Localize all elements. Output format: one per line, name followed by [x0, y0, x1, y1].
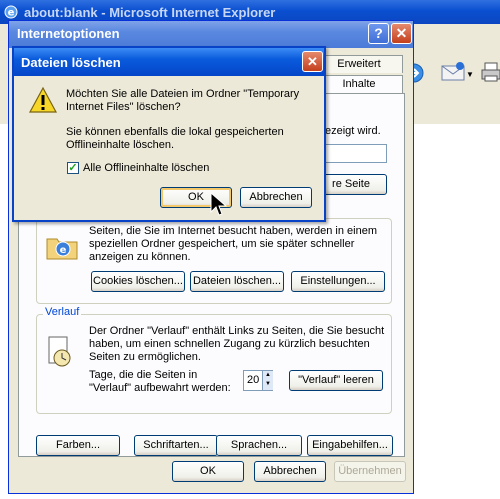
chevron-down-icon[interactable]: ▼: [466, 70, 474, 79]
warning-icon: [28, 86, 58, 113]
delete-cancel-button[interactable]: Abbrechen: [240, 187, 312, 208]
tab-inhalte[interactable]: Inhalte: [315, 75, 403, 93]
ok-button[interactable]: OK: [172, 461, 244, 482]
tab-erweitert[interactable]: Erweitert: [315, 55, 403, 73]
delete-files-titlebar[interactable]: Dateien löschen ✕: [14, 48, 324, 76]
svg-text:e: e: [8, 8, 15, 19]
cursor-icon: [210, 192, 228, 216]
stepper-arrows-icon[interactable]: ▲ ▼: [262, 371, 273, 390]
ie-logo-icon: e: [4, 5, 18, 19]
history-days-value: 20: [247, 374, 260, 386]
accessibility-button[interactable]: Eingabehilfen...: [307, 435, 393, 456]
delete-files-title: Dateien löschen: [21, 55, 121, 70]
internet-options-titlebar[interactable]: Internetoptionen ? ✕: [9, 21, 413, 48]
temp-files-group: e Seiten, die Sie im Internet besucht ha…: [36, 218, 392, 304]
delete-cookies-button[interactable]: Cookies löschen...: [91, 271, 185, 292]
history-description: Der Ordner "Verlauf" enthält Links zu Se…: [89, 325, 385, 363]
internet-options-title: Internetoptionen: [17, 26, 120, 41]
close-icon[interactable]: ✕: [302, 51, 323, 72]
fonts-button[interactable]: Schriftarten...: [134, 435, 218, 456]
ie-window-title: about:blank - Microsoft Internet Explore…: [24, 5, 276, 20]
offline-content-checkbox[interactable]: ✓: [67, 162, 79, 174]
delete-files-button[interactable]: Dateien löschen...: [190, 271, 284, 292]
mail-icon[interactable]: [440, 60, 466, 84]
temp-files-icon: e: [46, 238, 78, 260]
temp-files-description: Seiten, die Sie im Internet besucht habe…: [89, 225, 378, 263]
delete-info: Sie können ebenfalls die lokal gespeiche…: [66, 126, 284, 151]
history-days-label: Tage, die die Seiten in "Verlauf" aufbew…: [89, 369, 231, 394]
close-icon[interactable]: ✕: [391, 23, 412, 44]
delete-files-dialog: Dateien löschen ✕ Möchten Sie alle Datei…: [12, 46, 326, 222]
help-icon[interactable]: ?: [368, 23, 389, 44]
settings-button[interactable]: Einstellungen...: [291, 271, 385, 292]
colors-button[interactable]: Farben...: [36, 435, 120, 456]
clear-history-button[interactable]: "Verlauf" leeren: [289, 370, 383, 391]
apply-button[interactable]: Übernehmen: [334, 461, 406, 482]
cancel-button[interactable]: Abbrechen: [254, 461, 326, 482]
home-page-partial-text: ezeigt wird.: [325, 125, 381, 137]
print-icon[interactable]: [480, 60, 500, 84]
delete-question: Möchten Sie alle Dateien im Ordner "Temp…: [66, 88, 300, 113]
history-days-stepper[interactable]: 20 ▲ ▼: [243, 370, 273, 391]
offline-content-label: Alle Offlineinhalte löschen: [83, 162, 210, 174]
svg-text:e: e: [60, 245, 67, 256]
history-group: Der Ordner "Verlauf" enthält Links zu Se…: [36, 314, 392, 414]
address-field[interactable]: [325, 144, 387, 163]
history-icon: [48, 336, 71, 367]
languages-button[interactable]: Sprachen...: [216, 435, 302, 456]
history-group-label: Verlauf: [43, 306, 82, 319]
